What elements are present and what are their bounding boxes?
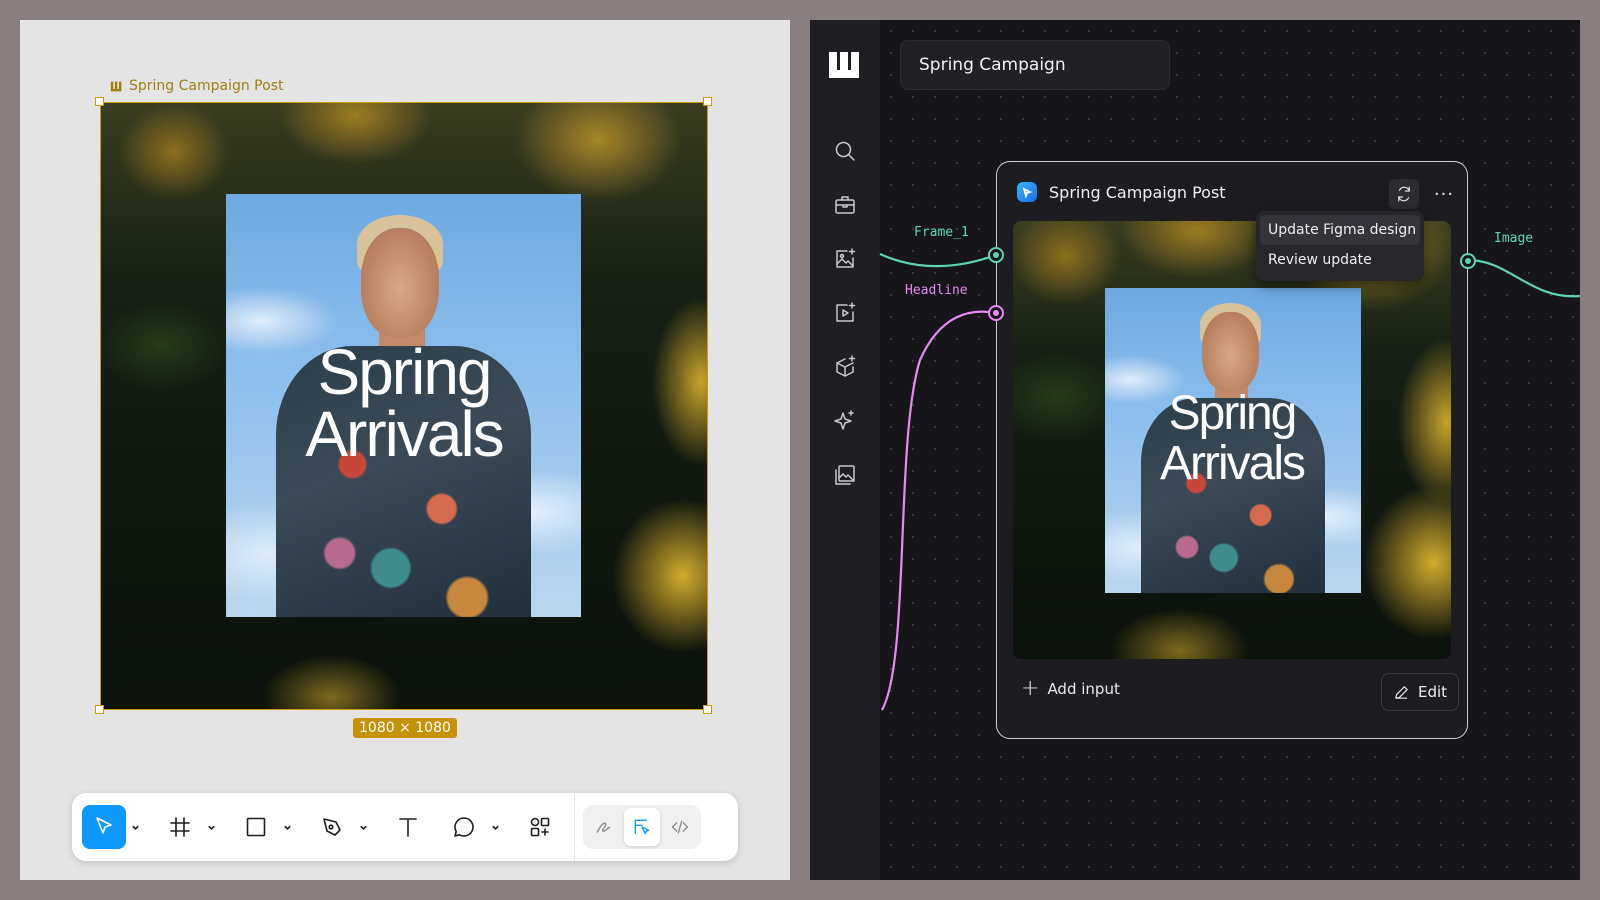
draw-mode-button[interactable]: [586, 808, 622, 846]
resize-handle-bottom-right[interactable]: [703, 705, 712, 714]
port-dot: [993, 310, 999, 316]
more-options-button[interactable]: ···: [1429, 179, 1459, 209]
chevron-down-icon: [131, 825, 139, 830]
frame-wire: [879, 252, 997, 268]
frame-tool-menu-button[interactable]: [202, 805, 220, 849]
text-tool-button[interactable]: [386, 805, 430, 849]
actions-tool-button[interactable]: [518, 805, 562, 849]
design-icon: [634, 819, 650, 835]
cursor-icon: [96, 817, 112, 834]
pen-tool-menu-button[interactable]: [354, 805, 372, 849]
preview-headline-line-2: Arrivals: [1159, 437, 1306, 490]
draw-icon: [596, 822, 611, 833]
pen-icon: [323, 818, 341, 836]
node-title: Spring Campaign Post: [1049, 182, 1226, 202]
rectangle-tool-button[interactable]: [234, 805, 278, 849]
rectangle-icon: [246, 817, 266, 837]
add-input-label: Add input: [1047, 680, 1120, 698]
photo-head: [1202, 312, 1259, 392]
frame-tool-button[interactable]: [158, 805, 202, 849]
move-tool-button[interactable]: [82, 805, 126, 849]
pencil-icon: [1395, 685, 1408, 699]
dev-mode-button[interactable]: [662, 808, 698, 846]
menu-item-update-figma-design[interactable]: Update Figma design: [1260, 215, 1420, 245]
node-header: Spring Campaign Post: [1017, 182, 1226, 202]
chevron-down-icon: [283, 825, 291, 830]
resize-handle-bottom-left[interactable]: [95, 705, 104, 714]
weavy-editor: Spring Campaign Spring Campaign Post ···…: [810, 20, 1580, 880]
figma-node-icon: [1017, 182, 1037, 202]
figma-toolbar: [72, 793, 738, 861]
preview-headline-line-1: Spring: [1168, 387, 1298, 440]
weavy-logo-small-icon: [110, 81, 122, 91]
code-icon: [671, 820, 689, 834]
frame-icon: [170, 817, 190, 837]
comment-tool-menu-button[interactable]: [486, 805, 504, 849]
menu-item-review-update[interactable]: Review update: [1260, 245, 1420, 275]
add-input-button[interactable]: + Add input: [1021, 676, 1120, 701]
edit-button[interactable]: Edit: [1381, 673, 1459, 711]
frame-selection-box: [100, 102, 708, 710]
comment-icon: [454, 817, 474, 837]
chevron-down-icon: [207, 825, 215, 830]
image-output-label: Image: [1494, 231, 1534, 246]
dimension-badge: 1080 × 1080: [353, 718, 457, 738]
refresh-icon: [1398, 186, 1410, 202]
figma-canvas[interactable]: Spring Campaign Post Spring Arrivals 108…: [20, 20, 790, 880]
project-title[interactable]: Spring Campaign: [900, 40, 1170, 90]
resize-handle-top-right[interactable]: [703, 97, 712, 106]
frame-label-text: Spring Campaign Post: [129, 78, 284, 94]
node-preview-image[interactable]: Spring Arrivals: [1013, 221, 1451, 659]
pen-tool-button[interactable]: [310, 805, 354, 849]
sync-button[interactable]: [1389, 179, 1419, 209]
port-dot: [993, 252, 999, 258]
toolbar-divider: [574, 793, 575, 861]
port-dot: [1465, 258, 1471, 264]
headline-input-port[interactable]: [988, 305, 1004, 321]
image-output-port[interactable]: [1460, 253, 1476, 269]
text-icon: [399, 818, 417, 837]
headline-input-label: Headline: [905, 283, 968, 298]
mode-switcher: [583, 805, 701, 849]
components-icon: [530, 817, 550, 837]
shape-tool-menu-button[interactable]: [278, 805, 296, 849]
node-context-menu: Update Figma design Review update: [1256, 211, 1424, 281]
headline-wire: [881, 310, 997, 711]
design-mode-button[interactable]: [624, 808, 660, 846]
comment-tool-button[interactable]: [442, 805, 486, 849]
edit-label: Edit: [1417, 683, 1448, 701]
resize-handle-top-left[interactable]: [95, 97, 104, 106]
frame-label[interactable]: Spring Campaign Post: [110, 78, 283, 94]
plus-icon: +: [1021, 676, 1040, 701]
chevron-down-icon: [491, 825, 499, 830]
image-wire: [1467, 258, 1580, 298]
chevron-down-icon: [359, 825, 367, 830]
move-tool-menu-button[interactable]: [126, 805, 144, 849]
frame-input-port[interactable]: [988, 247, 1004, 263]
frame-input-label: Frame_1: [914, 225, 969, 240]
